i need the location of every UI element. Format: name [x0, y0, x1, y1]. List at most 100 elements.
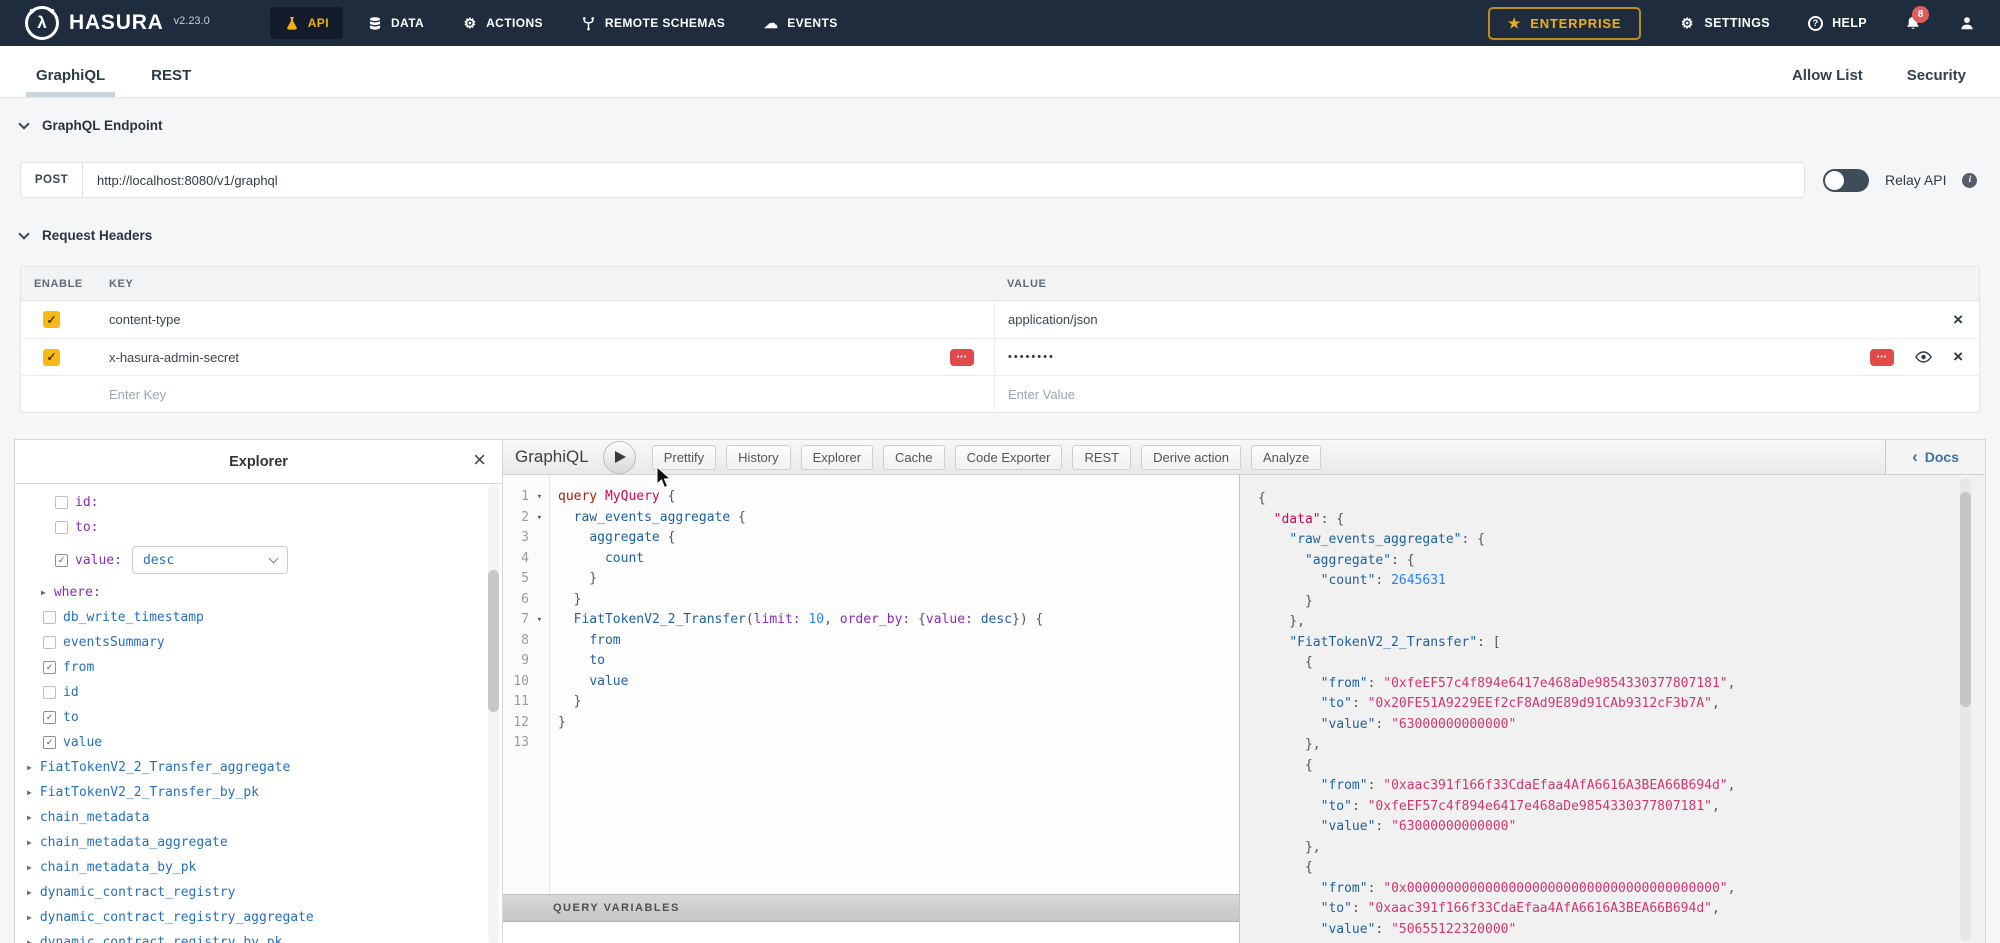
tab-graphiql[interactable]: GraphiQL [30, 67, 111, 97]
nav-item-label: API [308, 16, 329, 30]
new-header-value-input[interactable] [1008, 387, 1882, 402]
toolbar-buttons: Prettify History Explorer Cache Code Exporte… [652, 445, 1332, 470]
toolbar-button-prettify[interactable]: Prettify [652, 445, 716, 470]
execute-query-button[interactable] [603, 441, 636, 474]
help-button[interactable]: ? HELP [1808, 16, 1867, 31]
header-key[interactable]: x-hasura-admin-secret [109, 350, 239, 365]
nav-item-events[interactable]: ☁EVENTS [749, 7, 851, 39]
endpoint-url-input[interactable] [82, 162, 1805, 198]
explorer-item-value[interactable]: ✓value [15, 730, 502, 755]
toolbar-button-derive-action[interactable]: Derive action [1141, 445, 1241, 470]
link-allow-list[interactable]: Allow List [1792, 67, 1863, 84]
nav-item-api[interactable]: API [270, 7, 343, 39]
endpoint-section-header[interactable]: GraphQL Endpoint [20, 118, 1980, 133]
json-token: "value" [1321, 717, 1376, 732]
toolbar-button-history[interactable]: History [726, 445, 790, 470]
code-line: 10 value [503, 672, 1239, 693]
explorer-item-to[interactable]: to: [15, 515, 502, 540]
explorer-item-eventssummary[interactable]: eventsSummary [15, 630, 502, 655]
unchecked-checkbox-icon[interactable] [43, 686, 56, 699]
secret-mask-icon[interactable]: ••• [950, 349, 974, 366]
expand-arrow-icon[interactable]: ▶ [27, 888, 32, 897]
explorer-item-fiattokenv2-2-transfer-by-pk[interactable]: ▶FiatTokenV2_2_Transfer_by_pk [15, 780, 502, 805]
explorer-item-from[interactable]: ✓from [15, 655, 502, 680]
explorer-item-id[interactable]: id: [15, 490, 502, 515]
header-value[interactable]: •••••••• [1008, 351, 1055, 363]
secret-mask-icon[interactable]: ••• [1870, 349, 1894, 366]
reveal-eye-icon[interactable] [1915, 350, 1932, 364]
expand-arrow-icon[interactable]: ▶ [27, 763, 32, 772]
response-pane[interactable]: { "data": { "raw_events_aggregate": { "a… [1240, 475, 1985, 943]
unchecked-checkbox-icon[interactable] [55, 521, 68, 534]
nav-item-data[interactable]: DATA [353, 7, 438, 39]
checked-checkbox-icon[interactable]: ✓ [43, 736, 56, 749]
new-header-key-input[interactable] [109, 387, 906, 402]
explorer-item-where[interactable]: ▶where: [15, 580, 502, 605]
notifications-button[interactable]: 8 [1905, 15, 1921, 31]
explorer-item-dynamic-contract-registry-by-pk[interactable]: ▶dynamic_contract_registry_by_pk [15, 930, 502, 943]
toolbar-button-explorer[interactable]: Explorer [801, 445, 873, 470]
scrollbar-thumb[interactable] [1960, 492, 1971, 707]
checked-checkbox-icon[interactable]: ✓ [55, 554, 68, 567]
enterprise-button[interactable]: ★ ENTERPRISE [1488, 7, 1641, 40]
close-icon[interactable]: × [473, 449, 486, 471]
brand[interactable]: λ HASURA v2.23.0 [25, 6, 210, 40]
explorer-item-dynamic-contract-registry-aggregate[interactable]: ▶dynamic_contract_registry_aggregate [15, 905, 502, 930]
fold-arrow-icon[interactable]: ▾ [529, 610, 550, 631]
toolbar-button-rest[interactable]: REST [1072, 445, 1131, 470]
checked-checkbox-icon[interactable]: ✓ [43, 661, 56, 674]
user-menu-button[interactable] [1959, 15, 1975, 31]
checked-checkbox-icon[interactable]: ✓ [43, 711, 56, 724]
header-value[interactable]: application/json [1008, 312, 1098, 327]
expand-arrow-icon[interactable]: ▶ [27, 863, 32, 872]
docs-button[interactable]: ‹ Docs [1885, 440, 1985, 474]
query-variables-bar[interactable]: QUERY VARIABLES [503, 894, 1239, 922]
unchecked-checkbox-icon[interactable] [43, 636, 56, 649]
request-headers-section-header[interactable]: Request Headers [20, 228, 1980, 243]
explorer-item-chain-metadata-aggregate[interactable]: ▶chain_metadata_aggregate [15, 830, 502, 855]
toolbar-button-cache[interactable]: Cache [883, 445, 945, 470]
expand-arrow-icon[interactable]: ▶ [41, 588, 46, 597]
toolbar-button-analyze[interactable]: Analyze [1251, 445, 1321, 470]
json-token: { [1258, 491, 1266, 506]
explorer-item-chain-metadata-by-pk[interactable]: ▶chain_metadata_by_pk [15, 855, 502, 880]
explorer-item-to[interactable]: ✓to [15, 705, 502, 730]
query-variables-editor[interactable] [503, 922, 1239, 943]
explorer-item-id[interactable]: id [15, 680, 502, 705]
response-scrollbar[interactable] [1960, 478, 1971, 941]
settings-button[interactable]: ⚙ SETTINGS [1679, 15, 1770, 31]
query-editor[interactable]: 1▾query MyQuery {2▾ raw_events_aggregate… [503, 475, 1239, 894]
scrollbar-thumb[interactable] [488, 570, 499, 712]
header-enabled-checkbox[interactable]: ✓ [43, 311, 60, 328]
tab-rest[interactable]: REST [145, 67, 197, 97]
explorer-item-dynamic-contract-registry[interactable]: ▶dynamic_contract_registry [15, 880, 502, 905]
order-direction-select[interactable]: desc [132, 546, 288, 574]
info-icon[interactable]: i [1962, 173, 1977, 188]
nav-item-remote-schemas[interactable]: REMOTE SCHEMAS [567, 7, 739, 39]
explorer-scrollbar[interactable] [488, 484, 499, 943]
remove-header-icon[interactable]: × [1953, 313, 1963, 327]
explorer-item-fiattokenv2-2-transfer-aggregate[interactable]: ▶FiatTokenV2_2_Transfer_aggregate [15, 755, 502, 780]
explorer-item-db-write-timestamp[interactable]: db_write_timestamp [15, 605, 502, 630]
header-enabled-checkbox[interactable]: ✓ [43, 349, 60, 366]
link-security[interactable]: Security [1907, 67, 1966, 84]
toolbar-button-code-exporter[interactable]: Code Exporter [955, 445, 1063, 470]
expand-arrow-icon[interactable]: ▶ [27, 813, 32, 822]
code-token: , [824, 612, 840, 627]
nav-item-actions[interactable]: ⚙ACTIONS [448, 7, 557, 39]
notification-badge: 8 [1912, 6, 1929, 23]
relay-api-toggle[interactable] [1823, 169, 1869, 192]
explorer-item-chain-metadata[interactable]: ▶chain_metadata [15, 805, 502, 830]
explorer-item-value[interactable]: ✓value:desc [15, 540, 502, 580]
json-token: "from" [1321, 676, 1368, 691]
expand-arrow-icon[interactable]: ▶ [27, 913, 32, 922]
remove-header-icon[interactable]: × [1953, 350, 1963, 364]
fold-arrow-icon[interactable]: ▾ [529, 487, 550, 508]
unchecked-checkbox-icon[interactable] [43, 611, 56, 624]
expand-arrow-icon[interactable]: ▶ [27, 838, 32, 847]
expand-arrow-icon[interactable]: ▶ [27, 938, 32, 943]
fold-arrow-icon[interactable]: ▾ [529, 508, 550, 529]
unchecked-checkbox-icon[interactable] [55, 496, 68, 509]
header-key[interactable]: content-type [109, 312, 181, 327]
expand-arrow-icon[interactable]: ▶ [27, 788, 32, 797]
